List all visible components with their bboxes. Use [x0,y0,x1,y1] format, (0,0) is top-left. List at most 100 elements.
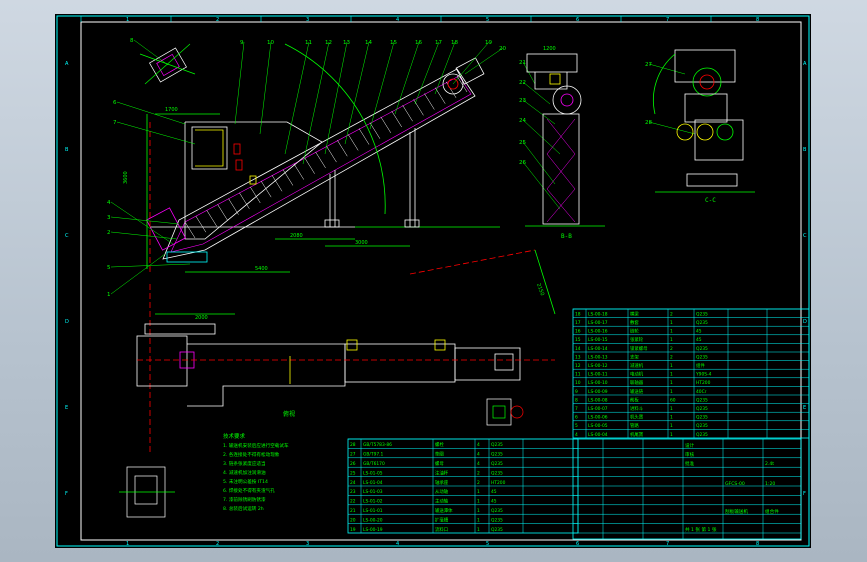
parts-right-cell: Q235 [696,311,708,317]
parts-right-cell: 张紧轮 [630,336,644,343]
parts-right-cell: 10 [575,380,581,386]
dimension-d7: 1200 [543,46,556,52]
parts-main-cell: 27 [350,452,356,458]
part-number: 16 [415,40,422,46]
dimension-d8: 3000 [355,240,368,246]
parts-right-cell: 1 [670,363,673,369]
note-line: 1. 输送机安装后应进行空载试车 [223,442,289,449]
parts-right-cell: 1 [670,389,673,395]
parts-main-cell: LS-01-05 [363,470,383,476]
parts-right-cell: 机尾寶 [630,431,644,438]
note-line: 5. 未注明公差按 IT14 [223,478,268,485]
parts-right-cell: 17 [575,320,581,326]
parts-main-cell: 1 [477,517,480,523]
note-line: 4. 减速机加注润滑油 [223,469,266,476]
parts-main-cell: Q235 [491,527,503,533]
part-number: 7 [113,120,117,126]
parts-right-cell: Y90S-4 [695,372,712,378]
note-line: 6. 焊接处不得有夹渣气孔 [223,487,275,494]
parts-right-cell: 11 [575,372,581,378]
parts-right-cell: LS-00-18 [588,311,608,317]
part-number: 11 [305,40,312,46]
parts-right-cell: LS-00-11 [588,372,608,378]
part-number: 19 [485,40,492,46]
parts-right-cell: 进料斗 [630,405,644,412]
parts-right-cell: 减速机 [630,362,644,369]
parts-main-cell: LS-00-20 [363,517,383,523]
parts-right-cell: LS-00-12 [588,363,608,369]
parts-right-cell: 1 [670,372,673,378]
zone-number: 6 [576,17,579,23]
zone-number: 6 [576,541,579,547]
zone-number: 5 [486,541,489,547]
dimension-d3: 3600 [123,171,129,184]
parts-right-cell: 1 [670,329,673,335]
parts-main-cell: 28 [350,442,356,448]
zone-letter: F [803,491,806,497]
cad-viewport[interactable]: 1122334455667788AABBCCDDEEFF 1 2 3 4 5 6… [55,14,811,548]
zone-number: 3 [306,17,309,23]
parts-right-cell: 横梁 [630,310,639,317]
parts-right-cell: 7 [575,406,578,412]
zone-letter: C [65,233,69,239]
parts-main-cell: Q235 [491,517,503,523]
dimension-d2: 2000 [195,315,208,321]
note-line: 7. 漆前除锈刷防锈漆 [223,496,266,503]
parts-main-cell: 22 [350,499,356,505]
parts-main-cell: 2 [477,480,480,486]
note-line: 3. 链条张紧度应适当 [223,460,266,467]
parts-main-cell: GB/T97.1 [363,452,384,458]
title-block-title: 刮板输送机 [725,508,748,515]
parts-right-cell: 18 [575,311,581,317]
zone-number: 2 [216,541,219,547]
parts-main-cell: 流料口 [435,526,448,533]
part-number: 26 [519,160,526,166]
parts-main-cell: LS-01-02 [363,499,383,505]
parts-list: 28 GB/T5783-86 螺栓 4 Q23527 GB/T97.1 垫圈 4 Q23526 G… [347,308,810,540]
part-leaders [110,39,696,295]
parts-main-cell: 1 [477,499,480,505]
dimension-texts: 1700 2000 3600 2080 5400 2150 1200 3000 [123,46,556,321]
parts-main-cell: 2 [477,470,480,476]
parts-main-cell: 26 [350,461,356,467]
parts-right-cell: 15 [575,337,581,343]
parts-main-cell: 4 [477,442,480,448]
parts-main-cell: GB/T6170 [363,461,385,467]
zone-number: 7 [666,541,669,547]
parts-main-cell: 从动轴 [435,488,449,495]
parts-right-cell: LS-00-14 [588,346,608,352]
parts-right-cell: 2 [670,354,673,360]
parts-right-cell: 1 [670,432,673,438]
parts-right-cell: Q235 [696,423,708,429]
parts-right-cell: 1 [670,320,673,326]
parts-right-cell: 16 [575,329,581,335]
parts-right-cell: LS-00-16 [588,329,608,335]
parts-main-cell: 20 [350,517,356,523]
detail-view-foundation [119,466,175,518]
parts-right-cell: 支架 [630,353,639,360]
parts-right-cell: 1 [670,337,673,343]
parts-main-cell: 轴承座 [435,479,449,486]
parts-right-cell: Q235 [696,346,708,352]
section-label-c-c: C-C [705,197,716,204]
zone-letter: A [803,61,807,67]
drive-view-c-c [653,49,755,193]
parts-right-cell: Q235 [696,397,708,403]
parts-right-cell: 2 [670,346,673,352]
part-number: 12 [325,40,332,46]
part-number: 6 [113,100,117,106]
parts-main-cell: 1 [477,508,480,514]
parts-main-cell: Q235 [491,508,503,514]
part-number: 25 [519,140,526,146]
zone-number: 3 [306,541,309,547]
zone-letter: A [65,61,69,67]
parts-right-cell: 4 [575,432,578,438]
parts-right-cell: 锁紧螺母 [630,345,648,352]
zone-letter: F [65,491,68,497]
parts-right-cell: 40Cr [696,389,707,395]
parts-right-cell: 1 [670,423,673,429]
drawing-canvas[interactable]: 1122334455667788A AB BC CD DE EF F 12345… [55,14,811,548]
parts-main-cell: 1 [477,489,480,495]
parts-right-cell: 组件 [696,362,705,369]
parts-right-cell: 14 [575,346,581,352]
